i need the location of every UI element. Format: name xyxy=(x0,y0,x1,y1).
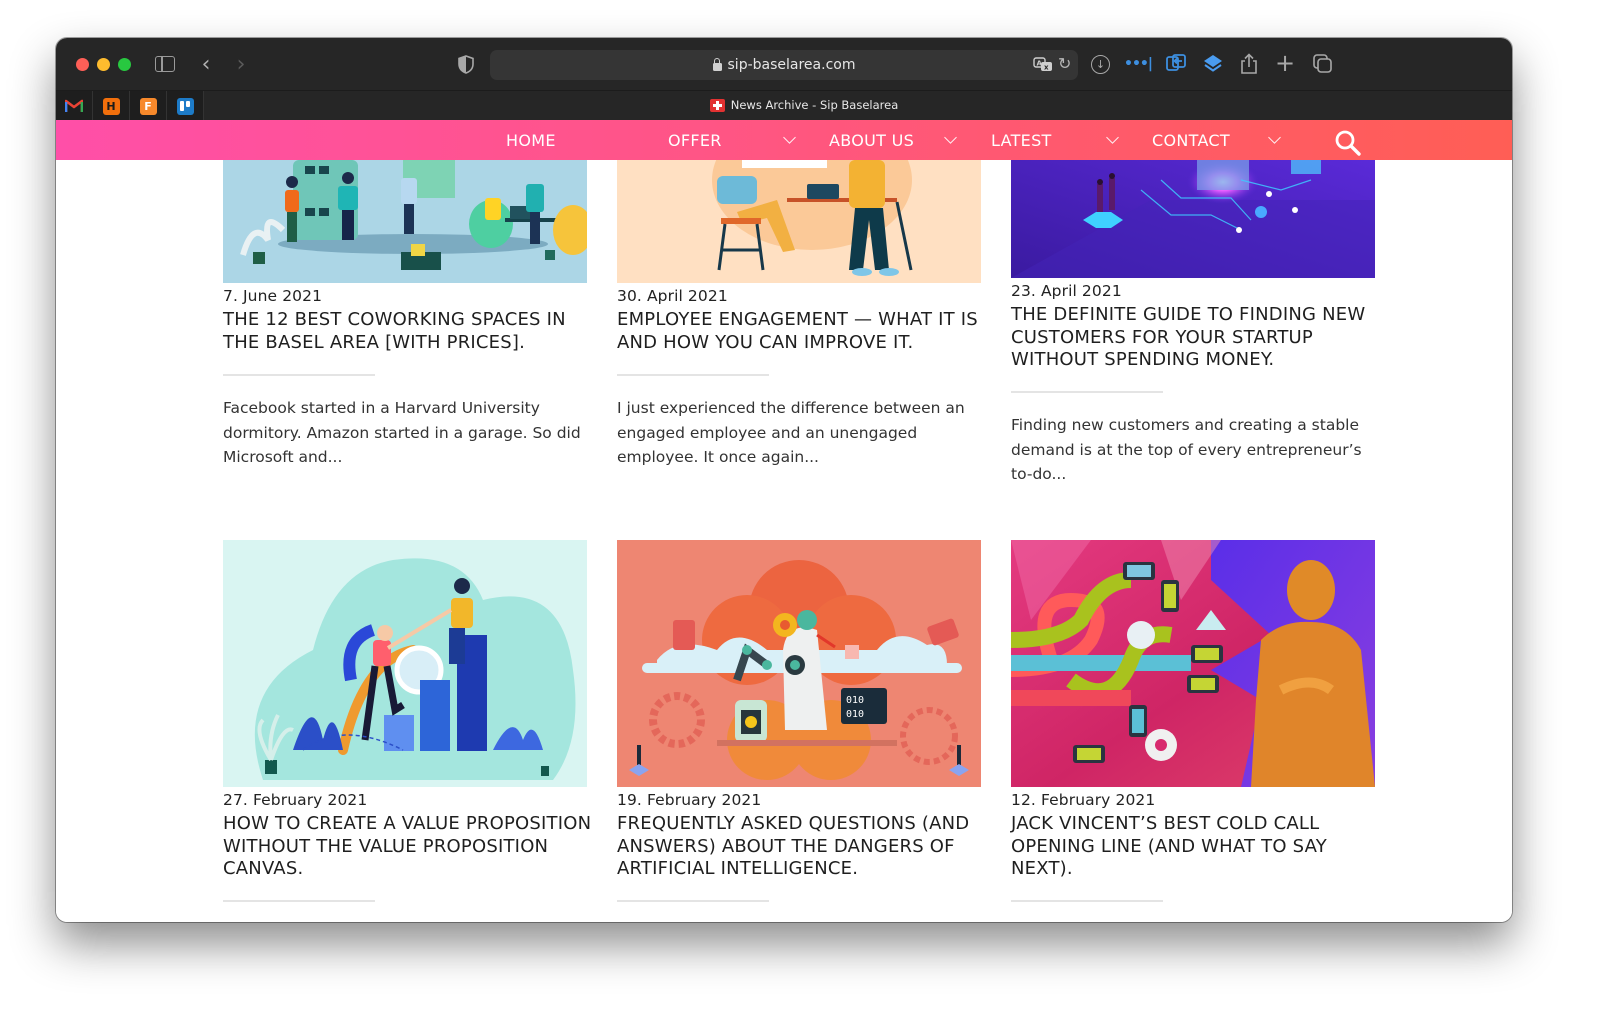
post-date: 30. April 2021 xyxy=(617,287,728,305)
post-divider xyxy=(223,900,375,902)
post-divider xyxy=(1011,391,1163,393)
translate-icon[interactable]: Ax xyxy=(1033,57,1053,76)
reload-icon[interactable]: ↻ xyxy=(1058,54,1071,73)
nav-home[interactable]: HOME xyxy=(506,120,556,160)
password-manager-extension-icon[interactable]: •••| xyxy=(1124,52,1153,76)
browser-toolbar: ‹ › sip-baselarea.com Ax ↻ ↓ •••| + xyxy=(56,38,1512,90)
post-excerpt: Finding new customers and creating a sta… xyxy=(1011,416,1362,483)
address-bar[interactable]: sip-baselarea.com xyxy=(490,50,1078,80)
post-divider xyxy=(1011,900,1163,902)
post-image-employee-engagement[interactable] xyxy=(617,160,981,283)
post-date: 27. February 2021 xyxy=(223,791,368,809)
post-date: 12. February 2021 xyxy=(1011,791,1156,809)
offer-chevron-down-icon[interactable] xyxy=(783,131,796,144)
svg-text:010: 010 xyxy=(846,709,864,720)
post-title[interactable]: THE DEFINITE GUIDE TO FINDING NEW CUSTOM… xyxy=(1011,304,1391,372)
svg-text:010: 010 xyxy=(846,695,864,706)
post-divider xyxy=(223,374,375,376)
tab-overview-icon[interactable] xyxy=(1313,54,1333,74)
post-image-coworking[interactable] xyxy=(223,160,587,283)
post-image-value-proposition[interactable] xyxy=(223,540,587,787)
about-us-chevron-down-icon[interactable] xyxy=(944,131,957,144)
nav-offer-label: OFFER xyxy=(668,130,722,150)
back-icon[interactable]: ‹ xyxy=(196,52,216,77)
nav-latest-label: LATEST xyxy=(991,130,1052,150)
search-icon[interactable] xyxy=(1334,129,1362,157)
close-window-button[interactable] xyxy=(76,58,89,71)
post-title[interactable]: FREQUENTLY ASKED QUESTIONS (AND ANSWERS)… xyxy=(617,813,997,881)
privacy-shield-icon[interactable] xyxy=(456,54,476,74)
sync-extension-icon[interactable] xyxy=(1164,52,1188,76)
minimize-window-button[interactable] xyxy=(97,58,110,71)
post-title[interactable]: HOW TO CREATE A VALUE PROPOSITION WITHOU… xyxy=(223,813,603,881)
news-archive-content: 7. June 2021 THE 12 BEST COWORKING SPACE… xyxy=(56,160,1512,922)
contact-chevron-down-icon[interactable] xyxy=(1268,131,1281,144)
nav-contact-label: CONTACT xyxy=(1152,130,1230,150)
post-image-finding-customers[interactable] xyxy=(1011,160,1375,278)
sidebar-toggle-icon[interactable] xyxy=(155,56,175,72)
nav-contact[interactable]: CONTACT xyxy=(1152,120,1230,160)
post-image-artificial-intelligence[interactable]: 010 010 xyxy=(617,540,981,787)
post-title[interactable]: EMPLOYEE ENGAGEMENT — WHAT IT IS AND HOW… xyxy=(617,309,997,354)
post-excerpt: I just experienced the difference betwee… xyxy=(617,399,965,466)
post-image-cold-call[interactable] xyxy=(1011,540,1375,787)
post-date: 7. June 2021 xyxy=(223,287,323,305)
nav-home-label: HOME xyxy=(506,130,556,150)
post-date: 19. February 2021 xyxy=(617,791,762,809)
lock-icon xyxy=(712,58,722,71)
swiss-flag-favicon-icon xyxy=(709,98,725,112)
share-icon[interactable] xyxy=(1240,53,1258,75)
post-date: 23. April 2021 xyxy=(1011,282,1122,300)
download-icon[interactable]: ↓ xyxy=(1091,55,1110,74)
post-title[interactable]: JACK VINCENT’S BEST COLD CALL OPENING LI… xyxy=(1011,813,1391,881)
post-title[interactable]: THE 12 BEST COWORKING SPACES IN THE BASE… xyxy=(223,309,603,354)
nav-about-us-label: ABOUT US xyxy=(829,130,915,150)
nav-about-us[interactable]: ABOUT US xyxy=(829,120,914,160)
post-excerpt: Facebook started in a Harvard University… xyxy=(223,399,581,466)
latest-chevron-down-icon[interactable] xyxy=(1106,131,1119,144)
post-divider xyxy=(617,374,769,376)
tab-bar: H F News Archive - Sip Baselarea xyxy=(56,90,1512,121)
active-tab[interactable]: News Archive - Sip Baselarea xyxy=(56,98,1512,112)
nav-latest[interactable]: LATEST xyxy=(991,120,1052,160)
url-text: sip-baselarea.com xyxy=(727,57,856,73)
browser-window: ‹ › sip-baselarea.com Ax ↻ ↓ •••| + H F … xyxy=(56,38,1512,922)
layers-extension-icon[interactable] xyxy=(1201,52,1225,76)
post-divider xyxy=(617,900,769,902)
tab-title-text: News Archive - Sip Baselarea xyxy=(730,98,899,112)
svg-text:x: x xyxy=(1044,64,1049,72)
nav-offer[interactable]: OFFER xyxy=(668,120,722,160)
site-navigation: HOME OFFER ABOUT US LATEST CONTACT xyxy=(56,120,1512,160)
zoom-window-button[interactable] xyxy=(118,58,131,71)
forward-icon[interactable]: › xyxy=(231,52,251,77)
new-tab-icon[interactable]: + xyxy=(1275,49,1295,77)
